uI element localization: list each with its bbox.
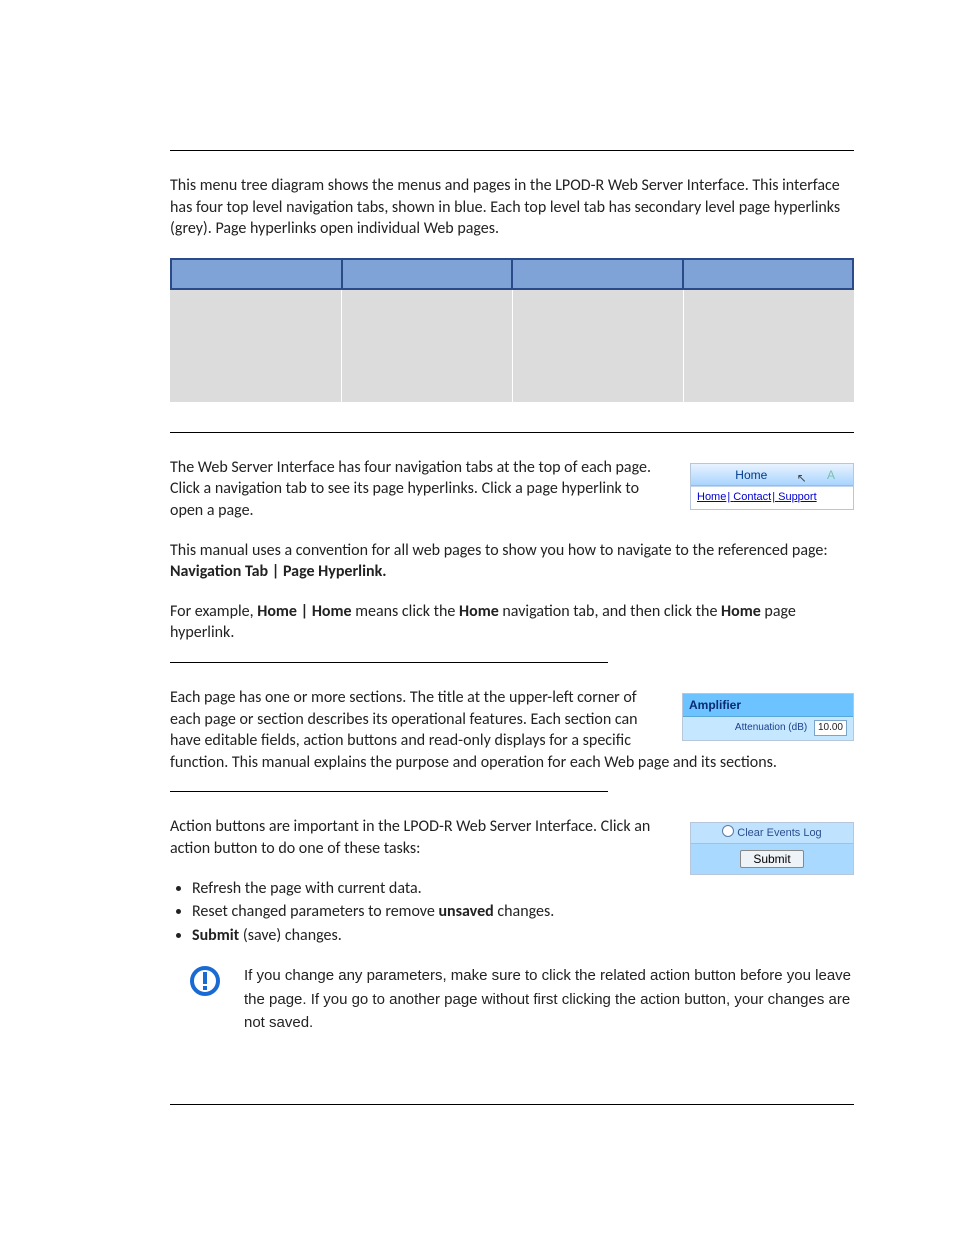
nav-p3-b: Home | Home xyxy=(257,602,351,621)
figure-amp-label: Attenuation (dB) xyxy=(735,722,807,733)
alert-icon xyxy=(188,964,222,998)
nav-p3-c: means click the xyxy=(352,602,459,621)
note-text: If you change any parameters, make sure … xyxy=(244,964,854,1034)
nav-p3-f: Home xyxy=(721,602,761,621)
figure-nav-link-contact: Contact xyxy=(733,491,771,503)
figure-nav-link-support: Support xyxy=(778,491,817,503)
important-note: If you change any parameters, make sure … xyxy=(188,964,854,1034)
figure-amp-title: Amplifier xyxy=(683,694,853,717)
radio-icon xyxy=(722,825,734,837)
intro-paragraph: This menu tree diagram shows the menus a… xyxy=(170,175,854,240)
figure-submit-label: Clear Events Log xyxy=(737,827,821,839)
figure-nav-tab-home: Home xyxy=(721,468,781,482)
figure-nav-link-home: Home xyxy=(697,491,726,503)
list-item: Submit (save) changes. xyxy=(192,925,854,947)
figure-amplifier-section: Amplifier Attenuation (dB) 10.00 xyxy=(682,693,854,741)
li2-b: unsaved xyxy=(438,902,493,921)
figure-amp-value: 10.00 xyxy=(814,720,847,736)
nav-p3-d: Home xyxy=(459,602,499,621)
figure-action-button: Clear Events Log Submit xyxy=(690,822,854,875)
li2-c: changes. xyxy=(494,902,555,921)
list-item: Refresh the page with current data. xyxy=(192,878,854,900)
page-footer-divider xyxy=(170,1104,854,1105)
li3-a: Submit xyxy=(192,926,239,945)
list-item: Reset changed parameters to remove unsav… xyxy=(192,901,854,923)
li2-a: Reset changed parameters to remove xyxy=(192,902,438,921)
nav-p3-a: For example, xyxy=(170,602,257,621)
figure-nav-tab-partial: A xyxy=(813,467,849,483)
nav-paragraph-2: This manual uses a convention for all we… xyxy=(170,540,854,583)
menu-tree-tabs xyxy=(170,258,854,290)
li3-b: (save) changes. xyxy=(239,926,342,945)
nav-paragraph-3: For example, Home | Home means click the… xyxy=(170,601,854,644)
nav-p3-e: navigation tab, and then click the xyxy=(499,602,721,621)
submit-button[interactable]: Submit xyxy=(740,850,803,868)
figure-nav-tabs: Home ↖ A Home| Contact| Support xyxy=(690,463,854,510)
menu-tree-links xyxy=(170,290,854,402)
nav-p2-bold: Navigation Tab | Page Hyperlink. xyxy=(170,562,387,581)
nav-p2-text: This manual uses a convention for all we… xyxy=(170,541,828,560)
actions-list: Refresh the page with current data. Rese… xyxy=(192,878,854,947)
